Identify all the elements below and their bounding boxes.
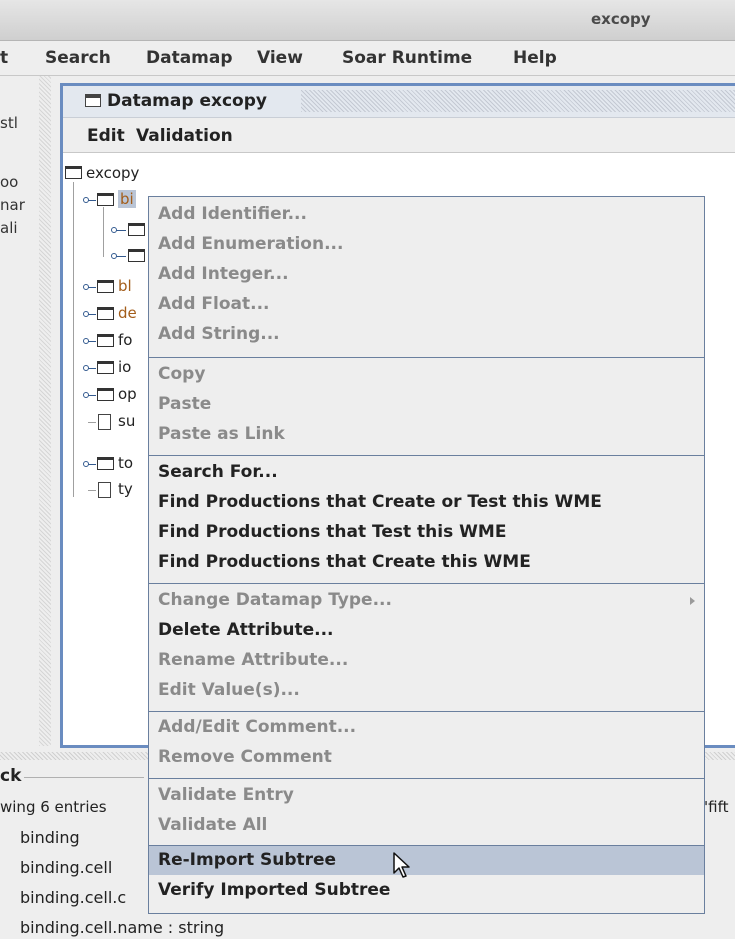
tree-node[interactable]: op (118, 385, 137, 403)
window-title: excopy (591, 10, 651, 28)
datamap-title: Datamap excopy (107, 91, 267, 111)
menu-item-add-integer[interactable]: Add Integer... (158, 264, 289, 284)
list-item[interactable]: binding.cell.c (20, 888, 126, 907)
menu-separator (149, 711, 704, 712)
status-text: wing 6 entries (0, 798, 107, 816)
folder-icon (97, 280, 114, 293)
menu-item-edit-values[interactable]: Edit Value(s)... (158, 680, 300, 700)
tree-line (88, 490, 96, 491)
tree-line (88, 200, 96, 201)
tree-node[interactable]: bl (118, 277, 132, 295)
tree-node[interactable]: ty (118, 480, 133, 498)
menu-separator (149, 583, 704, 584)
tree-line (88, 395, 96, 396)
datamap-menubar: Edit Validation (63, 118, 735, 153)
menu-datamap[interactable]: Datamap (146, 48, 233, 68)
left-panel-text: stl (0, 114, 18, 132)
tree-node[interactable]: fo (118, 331, 132, 349)
folder-icon (97, 307, 114, 320)
menu-edit-partial[interactable]: t (0, 48, 8, 68)
file-icon (98, 482, 111, 498)
folder-icon (128, 223, 145, 236)
left-panel-text: nar (0, 196, 25, 214)
splitter-handle[interactable] (39, 76, 51, 746)
title-grip (301, 90, 735, 112)
list-item[interactable]: binding.cell (20, 858, 112, 877)
list-item[interactable]: binding (20, 828, 80, 847)
tree-node[interactable]: de (118, 304, 137, 322)
menu-item-add-string[interactable]: Add String... (158, 324, 280, 344)
datamap-menu-edit[interactable]: Edit (87, 126, 125, 146)
left-panel-text: ali (0, 219, 18, 237)
datamap-menu-validation[interactable]: Validation (136, 126, 233, 146)
main-menubar: t Search Datamap View Soar Runtime Help (0, 41, 735, 76)
file-icon (98, 414, 111, 430)
menu-item-add-enumeration[interactable]: Add Enumeration... (158, 234, 343, 254)
menu-item-verify-imported-subtree[interactable]: Verify Imported Subtree (158, 880, 390, 900)
tree-root-label[interactable]: excopy (86, 164, 139, 182)
menu-separator (149, 455, 704, 456)
folder-icon (97, 334, 114, 347)
menu-item-find-test[interactable]: Find Productions that Test this WME (158, 522, 506, 542)
menu-item-add-edit-comment[interactable]: Add/Edit Comment... (158, 717, 356, 737)
menu-search[interactable]: Search (45, 48, 111, 68)
menu-item-add-identifier[interactable]: Add Identifier... (158, 204, 307, 224)
panel-title: ck (0, 766, 22, 786)
menu-item-remove-comment[interactable]: Remove Comment (158, 747, 332, 767)
folder-icon (97, 388, 114, 401)
tree-line (116, 256, 126, 257)
menu-soar-runtime[interactable]: Soar Runtime (342, 48, 472, 68)
tree-line (88, 422, 96, 423)
tree-line (103, 207, 104, 257)
menu-item-paste[interactable]: Paste (158, 394, 211, 414)
submenu-arrow-icon (690, 597, 695, 605)
menu-help[interactable]: Help (513, 48, 557, 68)
menu-item-validate-entry[interactable]: Validate Entry (158, 785, 294, 805)
tree-node-binding[interactable]: bi (118, 190, 136, 208)
tree-node[interactable]: su (118, 412, 135, 430)
menu-item-paste-as-link[interactable]: Paste as Link (158, 424, 285, 444)
tree-line (73, 182, 74, 497)
menu-item-change-datamap-type[interactable]: Change Datamap Type... (158, 590, 392, 610)
tree-node[interactable]: to (118, 454, 133, 472)
mouse-cursor-icon (393, 852, 410, 878)
menu-item-find-create-or-test[interactable]: Find Productions that Create or Test thi… (158, 492, 602, 512)
menu-separator (149, 778, 704, 779)
menu-item-rename-attribute[interactable]: Rename Attribute... (158, 650, 348, 670)
menu-view[interactable]: View (257, 48, 303, 68)
tree-line (88, 314, 96, 315)
datamap-title-bar[interactable]: Datamap excopy (63, 86, 735, 118)
menu-separator (149, 845, 704, 846)
folder-icon (97, 457, 114, 470)
window-title-bar: excopy (0, 0, 735, 41)
tree-line (88, 464, 96, 465)
tree-line (88, 341, 96, 342)
menu-separator (149, 357, 704, 358)
left-panel-text: oo (0, 173, 19, 191)
window-icon (85, 94, 101, 107)
status-text-right: 'fift (704, 798, 729, 816)
folder-icon (97, 193, 114, 206)
tree-line (88, 368, 96, 369)
menu-item-reimport-subtree[interactable]: Re-Import Subtree (158, 850, 336, 870)
tree-line (88, 287, 96, 288)
menu-item-search-for[interactable]: Search For... (158, 462, 278, 482)
list-item[interactable]: binding.cell.name : string (20, 918, 224, 937)
menu-item-delete-attribute[interactable]: Delete Attribute... (158, 620, 334, 640)
folder-icon (65, 166, 82, 179)
menu-item-add-float[interactable]: Add Float... (158, 294, 270, 314)
menu-item-validate-all[interactable]: Validate All (158, 815, 267, 835)
tree-line (116, 230, 126, 231)
menu-item-find-create[interactable]: Find Productions that Create this WME (158, 552, 531, 572)
folder-icon (128, 249, 145, 262)
divider (24, 777, 144, 778)
tree-node[interactable]: io (118, 358, 131, 376)
menu-item-copy[interactable]: Copy (158, 364, 205, 384)
folder-icon (97, 361, 114, 374)
